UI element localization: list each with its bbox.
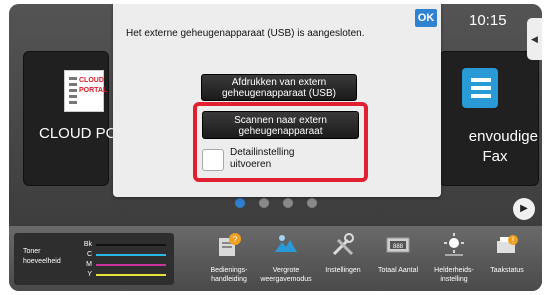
toner-channel-name: Bk (83, 241, 92, 248)
scan-to-usb-label: Scannen naar extern geheugenapparaat (234, 115, 327, 137)
tool-label: Totaal Aantal (377, 267, 419, 274)
toner-channel-name: M (86, 261, 92, 268)
tool-operation-manual[interactable]: ? Bedienings-handleiding (201, 230, 257, 288)
manual-icon: ? (219, 233, 241, 256)
svg-text:!: ! (512, 236, 514, 245)
tool-label: Bedienings-handleiding (210, 267, 248, 283)
toner-bar-c (96, 254, 166, 256)
detail-setting-checkbox[interactable] (202, 149, 224, 171)
settings-tools-icon (332, 233, 354, 256)
tool-label: Vergrote weergavemodus (260, 267, 312, 283)
magnify-view-icon (275, 235, 297, 252)
toner-bar-bk (96, 244, 166, 246)
play-right-icon[interactable]: ▶ (513, 198, 535, 220)
page-dot-3[interactable] (283, 198, 293, 208)
toner-level-panel[interactable]: Toner hoeveelheid Bk C M Y (14, 233, 174, 285)
tool-label: Instellingen (325, 267, 361, 274)
svg-text:888: 888 (393, 244, 404, 250)
brightness-icon (444, 233, 464, 256)
print-from-usb-label: Afdrukken van extern geheugenapparaat (U… (222, 77, 336, 99)
tool-settings[interactable]: Instellingen (315, 230, 371, 288)
tile-simple-fax[interactable]: envoudige Fax (439, 51, 539, 186)
page-dot-1[interactable] (235, 198, 245, 208)
scan-to-usb-button[interactable]: Scannen naar extern geheugenapparaat (202, 111, 359, 139)
tile-cloud-portal[interactable]: CLOUD PORTAL CLOUD POR (23, 51, 128, 186)
dialog-message: Het externe geheugenapparaat (USB) is aa… (126, 28, 365, 39)
tool-total-count[interactable]: 888 Totaal Aantal (370, 230, 426, 288)
toner-bar-m (96, 264, 166, 266)
toner-label: Toner hoeveelheid (23, 248, 61, 265)
tool-brightness[interactable]: Helderheids-instelling (426, 230, 482, 288)
ok-button[interactable]: OK (415, 9, 437, 27)
bottom-toolbar: Toner hoeveelheid Bk C M Y ? Bedienings-… (9, 226, 542, 291)
counter-icon: 888 (386, 237, 410, 253)
home-screen: CLOUD PORTAL CLOUD POR envoudige Fax 10:… (9, 4, 542, 226)
toner-channel-name: Y (87, 271, 92, 278)
tool-label: Taakstatus (490, 267, 524, 274)
toner-channel-name: C (86, 251, 92, 258)
svg-text:?: ? (233, 235, 238, 244)
tool-job-status[interactable]: ! Taakstatus (479, 230, 535, 288)
arrow-left-icon[interactable]: ◀ (527, 18, 542, 60)
touch-screen: CLOUD PORTAL CLOUD POR envoudige Fax 10:… (9, 4, 542, 291)
tool-enlarged-view[interactable]: Vergrote weergavemodus (258, 230, 314, 288)
job-status-icon: ! (497, 235, 518, 253)
cloud-portal-logo-icon: CLOUD PORTAL (64, 70, 108, 112)
page-dot-4[interactable] (307, 198, 317, 208)
detail-setting-label: Detailinstelling uitvoeren (230, 147, 295, 170)
toner-bar-y (96, 274, 166, 276)
clock: 10:15 (469, 12, 507, 29)
tile-simple-fax-label: envoudige Fax (468, 128, 538, 165)
logo-text-portal: PORTAL (79, 87, 108, 94)
usb-connected-dialog: OK Het externe geheugenapparaat (USB) is… (113, 4, 441, 197)
fax-icon (462, 68, 498, 108)
tool-label: Helderheids-instelling (434, 267, 474, 283)
print-from-usb-button[interactable]: Afdrukken van extern geheugenapparaat (U… (201, 74, 357, 101)
page-dot-2[interactable] (259, 198, 269, 208)
logo-text-cloud: CLOUD (79, 77, 104, 84)
